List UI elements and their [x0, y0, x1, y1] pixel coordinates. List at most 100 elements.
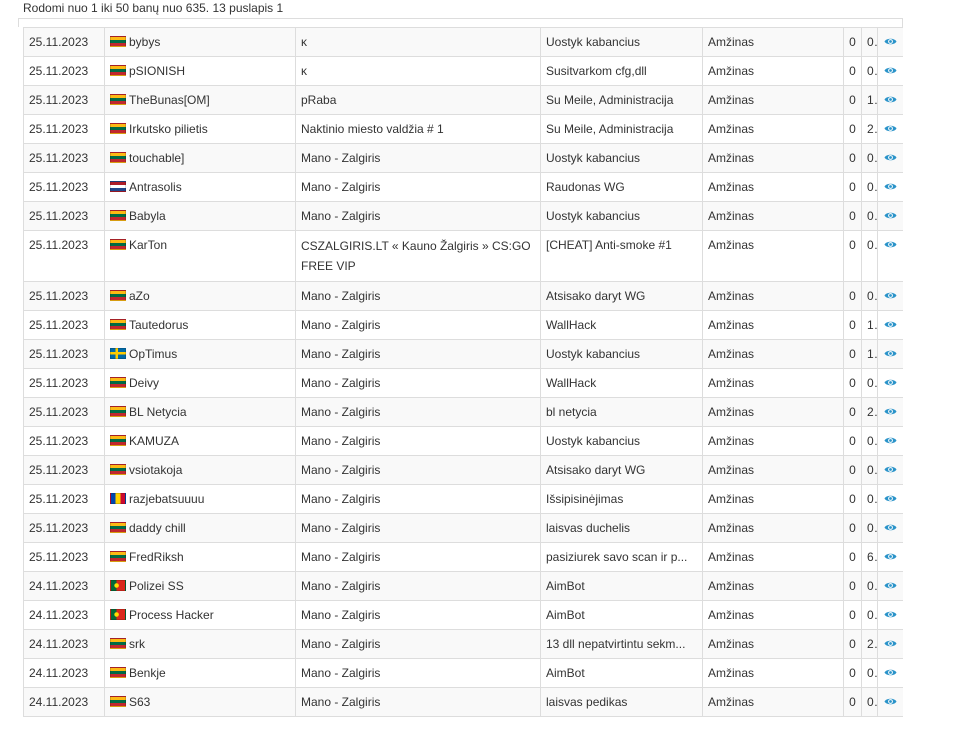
ban-date: 25.11.2023	[23, 310, 105, 340]
player-name: Deivy	[129, 376, 160, 390]
table-row[interactable]: 25.11.2023 KarTon CSZALGIRIS.LT « Kauno …	[23, 230, 903, 282]
admin-cell: Mano - Zalgiris	[295, 629, 541, 659]
ban-date: 24.11.2023	[23, 687, 105, 717]
count-cell-1: 0	[843, 143, 862, 173]
table-row[interactable]: 25.11.2023 OpTimus Mano - Zalgiris Uosty…	[23, 339, 903, 369]
flag-md-icon	[110, 493, 126, 504]
eye-icon[interactable]	[884, 552, 897, 561]
table-row[interactable]: 24.11.2023 srk Mano - Zalgiris 13 dll ne…	[23, 629, 903, 659]
table-row[interactable]: 25.11.2023 BL Netycia Mano - Zalgiris bl…	[23, 397, 903, 427]
flag-lt-icon	[110, 696, 126, 707]
table-row[interactable]: 25.11.2023 KAMUZA Mano - Zalgiris Uostyk…	[23, 426, 903, 456]
view-cell[interactable]	[877, 600, 903, 630]
view-cell[interactable]	[877, 310, 903, 340]
table-row[interactable]: 25.11.2023 daddy chill Mano - Zalgiris l…	[23, 513, 903, 543]
table-row[interactable]: 25.11.2023 razjebatsuuuu Mano - Zalgiris…	[23, 484, 903, 514]
view-cell[interactable]	[877, 426, 903, 456]
eye-icon[interactable]	[884, 95, 897, 104]
table-row[interactable]: 25.11.2023 vsiotakoja Mano - Zalgiris At…	[23, 455, 903, 485]
view-cell[interactable]	[877, 114, 903, 144]
eye-icon[interactable]	[884, 697, 897, 706]
flag-lt-icon	[110, 152, 126, 163]
table-row[interactable]: 24.11.2023 S63 Mano - Zalgiris laisvas p…	[23, 687, 903, 717]
table-row[interactable]: 25.11.2023 Irkutsko pilietis Naktinio mi…	[23, 114, 903, 144]
eye-icon[interactable]	[884, 182, 897, 191]
eye-icon[interactable]	[884, 153, 897, 162]
view-cell[interactable]	[877, 629, 903, 659]
eye-icon[interactable]	[884, 320, 897, 329]
count-cell-2: 0	[861, 455, 878, 485]
eye-icon[interactable]	[884, 668, 897, 677]
eye-icon[interactable]	[884, 639, 897, 648]
view-cell[interactable]	[877, 484, 903, 514]
eye-icon[interactable]	[884, 211, 897, 220]
table-row[interactable]: 25.11.2023 bybys ᴋ Uostyk kabancius Amži…	[23, 27, 903, 57]
eye-icon[interactable]	[884, 494, 897, 503]
eye-icon[interactable]	[884, 610, 897, 619]
count-cell-2: 0	[861, 201, 878, 231]
table-row[interactable]: 25.11.2023 touchable] Mano - Zalgiris Uo…	[23, 143, 903, 173]
eye-icon[interactable]	[884, 349, 897, 358]
view-cell[interactable]	[877, 27, 903, 57]
player-cell: OpTimus	[104, 339, 296, 369]
eye-icon[interactable]	[884, 523, 897, 532]
eye-icon[interactable]	[884, 581, 897, 590]
table-row[interactable]: 25.11.2023 Antrasolis Mano - Zalgiris Ra…	[23, 172, 903, 202]
view-cell[interactable]	[877, 542, 903, 572]
eye-icon[interactable]	[884, 240, 897, 249]
length-cell: Amžinas	[702, 85, 844, 115]
table-row[interactable]: 25.11.2023 TheBunas[OM] pRaba Su Meile, …	[23, 85, 903, 115]
player-name: S63	[129, 695, 151, 709]
table-row[interactable]: 24.11.2023 Process Hacker Mano - Zalgiri…	[23, 600, 903, 630]
table-row[interactable]: 25.11.2023 pSIONISH ᴋ Susitvarkom cfg,dl…	[23, 56, 903, 86]
reason-cell: Uostyk kabancius	[540, 201, 703, 231]
eye-icon[interactable]	[884, 465, 897, 474]
eye-icon[interactable]	[884, 436, 897, 445]
eye-icon[interactable]	[884, 66, 897, 75]
length-cell: Amžinas	[702, 513, 844, 543]
view-cell[interactable]	[877, 172, 903, 202]
view-cell[interactable]	[877, 513, 903, 543]
player-name: TheBunas[OM]	[129, 93, 210, 107]
flag-se-icon	[110, 348, 126, 359]
table-row[interactable]: 25.11.2023 Babyla Mano - Zalgiris Uostyk…	[23, 201, 903, 231]
eye-icon[interactable]	[884, 378, 897, 387]
view-cell[interactable]	[877, 56, 903, 86]
table-row[interactable]: 24.11.2023 Benkje Mano - Zalgiris AimBot…	[23, 658, 903, 688]
table-row[interactable]: 25.11.2023 Tautedorus Mano - Zalgiris Wa…	[23, 310, 903, 340]
view-cell[interactable]	[877, 85, 903, 115]
eye-icon[interactable]	[884, 124, 897, 133]
ban-date: 24.11.2023	[23, 658, 105, 688]
eye-icon[interactable]	[884, 407, 897, 416]
view-cell[interactable]	[877, 397, 903, 427]
view-cell[interactable]	[877, 368, 903, 398]
view-cell[interactable]	[877, 339, 903, 369]
count-cell-1: 0	[843, 687, 862, 717]
reason-cell: WallHack	[540, 310, 703, 340]
length-cell: Amžinas	[702, 455, 844, 485]
table-row[interactable]: 25.11.2023 Deivy Mano - Zalgiris WallHac…	[23, 368, 903, 398]
view-cell[interactable]	[877, 687, 903, 717]
count-cell-1: 0	[843, 201, 862, 231]
reason-cell: Uostyk kabancius	[540, 143, 703, 173]
table-row[interactable]: 25.11.2023 aZo Mano - Zalgiris Atsisako …	[23, 281, 903, 311]
view-cell[interactable]	[877, 455, 903, 485]
player-cell: aZo	[104, 281, 296, 311]
view-cell[interactable]	[877, 571, 903, 601]
count-cell-1: 0	[843, 484, 862, 514]
admin-cell: Mano - Zalgiris	[295, 455, 541, 485]
eye-icon[interactable]	[884, 291, 897, 300]
reason-cell: Uostyk kabancius	[540, 339, 703, 369]
view-cell[interactable]	[877, 143, 903, 173]
view-cell[interactable]	[877, 281, 903, 311]
player-cell: FredRiksh	[104, 542, 296, 572]
view-cell[interactable]	[877, 658, 903, 688]
eye-icon[interactable]	[884, 37, 897, 46]
view-cell[interactable]	[877, 201, 903, 231]
table-row[interactable]: 25.11.2023 FredRiksh Mano - Zalgiris pas…	[23, 542, 903, 572]
admin-cell: Mano - Zalgiris	[295, 201, 541, 231]
table-row[interactable]: 24.11.2023 Polizei SS Mano - Zalgiris Ai…	[23, 571, 903, 601]
view-cell[interactable]	[877, 230, 903, 282]
count-cell-2: 1	[861, 339, 878, 369]
player-cell: Benkje	[104, 658, 296, 688]
